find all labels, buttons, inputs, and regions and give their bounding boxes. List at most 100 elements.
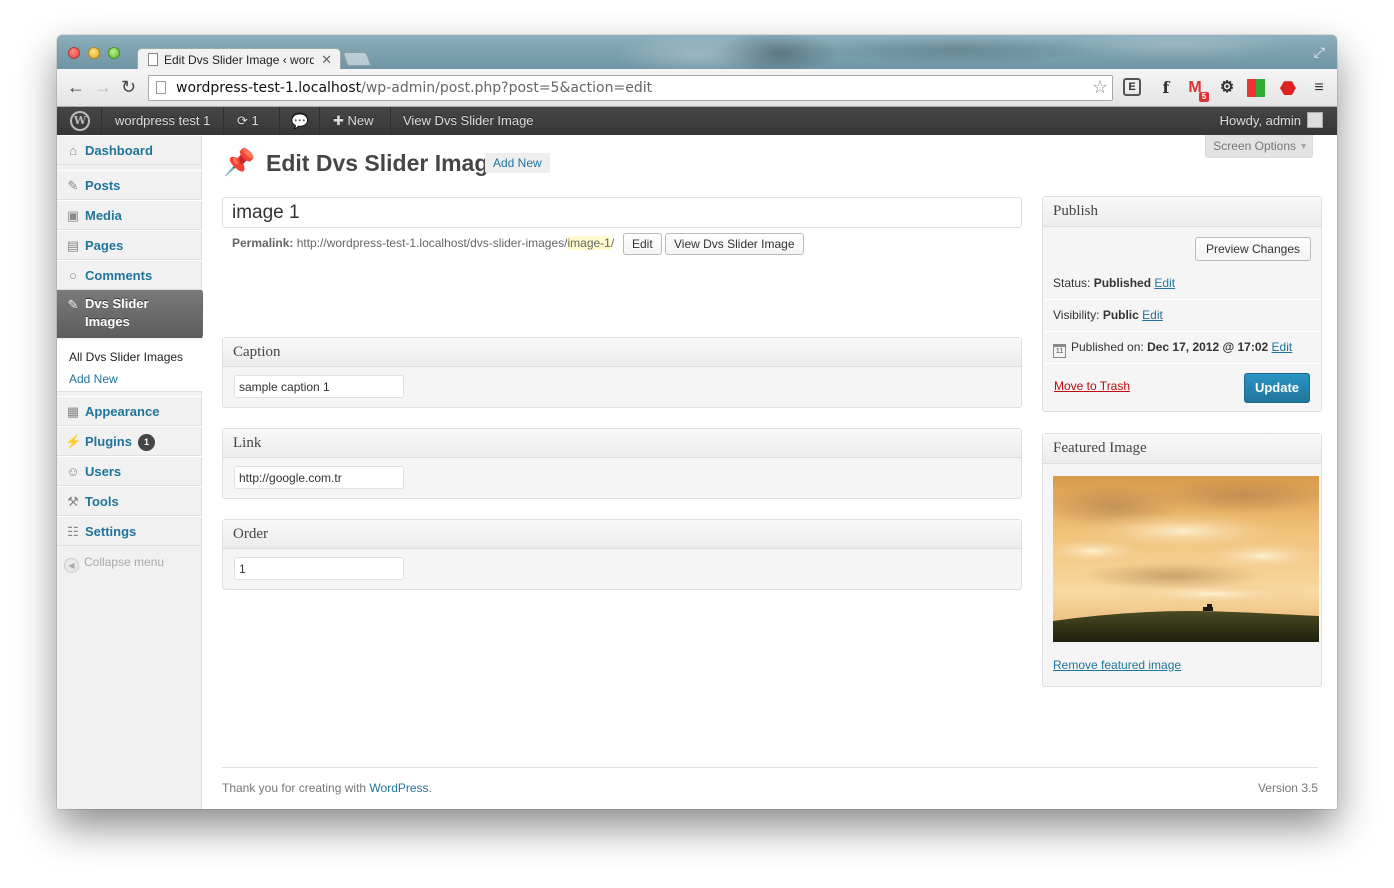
browser-toolbar: ← → ↻ wordpress-test-1.localhost/wp-admi…	[57, 69, 1337, 107]
sidebar-item-comments[interactable]: ○ Comments	[57, 260, 202, 290]
page-title: Edit Dvs Slider Image	[266, 150, 502, 176]
order-metabox-title[interactable]: Order	[223, 520, 1021, 549]
edit-status-link[interactable]: Edit	[1154, 276, 1175, 290]
sidebar-item-users[interactable]: ☺ Users	[57, 456, 202, 486]
sidebar-item-dvs-slider-images[interactable]: ✎ Dvs Slider Images	[57, 290, 211, 338]
permalink-end: /	[610, 236, 615, 250]
add-new-button[interactable]: Add New	[485, 153, 550, 173]
sidebar-item-label: Users	[85, 464, 122, 479]
permalink-base: http://wordpress-test-1.localhost/dvs-sl…	[296, 236, 568, 250]
sidebar-item-appearance[interactable]: ▦ Appearance	[57, 396, 202, 426]
publish-box-title[interactable]: Publish	[1043, 197, 1321, 227]
media-icon: ▣	[66, 208, 80, 223]
sidebar-item-tools[interactable]: ⚒ Tools	[57, 486, 202, 516]
evernote-icon[interactable]: E	[1123, 78, 1141, 96]
view-post-button[interactable]: View Dvs Slider Image	[665, 233, 804, 255]
plugins-icon: ⚡	[65, 434, 82, 449]
bookmark-star-icon[interactable]: ☆	[1092, 77, 1108, 98]
order-input[interactable]	[234, 557, 404, 580]
plugins-update-badge: 1	[137, 434, 155, 451]
sidebar-item-label: Comments	[85, 268, 153, 283]
minimize-window-button[interactable]	[88, 47, 100, 59]
submenu-add-new[interactable]: Add New	[69, 372, 118, 386]
gmail-icon[interactable]: M5	[1185, 78, 1209, 102]
divider	[1044, 299, 1320, 300]
submenu-all-items[interactable]: All Dvs Slider Images	[69, 350, 183, 364]
admin-bar-separator	[101, 107, 102, 135]
sidebar-item-label: Plugins 1	[85, 434, 155, 451]
link-input[interactable]	[234, 466, 404, 489]
view-post-link[interactable]: View Dvs Slider Image	[403, 107, 534, 135]
close-tab-icon[interactable]: ✕	[321, 52, 332, 68]
close-window-button[interactable]	[68, 47, 80, 59]
sidebar-item-label: Settings	[85, 524, 137, 539]
preview-changes-button[interactable]: Preview Changes	[1194, 237, 1311, 261]
permalink-slug[interactable]: image-1	[567, 236, 611, 250]
divider	[1044, 363, 1320, 364]
edit-date-link[interactable]: Edit	[1272, 340, 1293, 354]
browser-window: Edit Dvs Slider Image ‹ word ✕ ⤢ ← → ↻ w…	[57, 35, 1337, 809]
featured-image-thumbnail[interactable]	[1053, 476, 1319, 642]
browser-tab[interactable]: Edit Dvs Slider Image ‹ word ✕	[137, 48, 341, 70]
howdy-user-link[interactable]: Howdy, admin	[1220, 107, 1301, 135]
sidebar-item-label: Appearance	[85, 404, 160, 419]
update-button[interactable]: Update	[1244, 373, 1310, 403]
caption-input[interactable]	[234, 375, 404, 398]
zoom-window-button[interactable]	[108, 47, 120, 59]
pages-icon: ▤	[66, 238, 80, 253]
edit-permalink-button[interactable]: Edit	[623, 233, 662, 255]
post-title-input[interactable]	[222, 197, 1022, 228]
sidebar-item-pages[interactable]: ▤ Pages	[57, 230, 202, 260]
browser-titlebar: Edit Dvs Slider Image ‹ word ✕ ⤢	[57, 35, 1337, 70]
move-to-trash-link[interactable]: Move to Trash	[1054, 379, 1130, 393]
featured-image-title[interactable]: Featured Image	[1043, 434, 1321, 464]
address-bar[interactable]: wordpress-test-1.localhost/wp-admin/post…	[148, 75, 1113, 101]
remove-featured-image-link[interactable]: Remove featured image	[1053, 658, 1181, 672]
sidebar-item-posts[interactable]: ✎ Posts	[57, 170, 202, 200]
fullscreen-icon[interactable]: ⤢	[1314, 44, 1325, 61]
new-tab-button[interactable]	[342, 52, 372, 66]
avatar[interactable]	[1307, 112, 1323, 128]
sidebar-item-label: Dashboard	[85, 143, 153, 158]
new-content-link[interactable]: ✚ New	[333, 107, 374, 135]
comments-bubble-icon[interactable]: 💬	[291, 107, 308, 135]
permalink-row: Permalink: http://wordpress-test-1.local…	[232, 236, 614, 250]
reload-icon[interactable]: ↻	[121, 77, 136, 97]
back-icon[interactable]: ←	[67, 77, 85, 97]
collapse-menu-button[interactable]: ◀ Collapse menu	[64, 555, 164, 573]
calendar-icon: 11	[1053, 344, 1066, 358]
menu-icon[interactable]: ≡	[1309, 78, 1329, 98]
sidebar-submenu: All Dvs Slider Images Add New	[57, 340, 202, 392]
footer-thanks: Thank you for creating with WordPress.	[222, 781, 432, 795]
wordpress-logo-icon[interactable]: W	[70, 111, 90, 131]
dashboard-icon: ⌂	[69, 143, 77, 158]
plus-icon: ✚	[333, 113, 344, 128]
wordpress-link[interactable]: WordPress	[369, 781, 428, 795]
facebook-icon[interactable]: f	[1156, 78, 1176, 98]
sidebar-item-media[interactable]: ▣ Media	[57, 200, 202, 230]
tools-icon: ⚒	[67, 494, 79, 509]
pin-icon: ✎	[67, 297, 79, 312]
link-metabox-title[interactable]: Link	[223, 429, 1021, 458]
chevron-down-icon: ▼	[1299, 141, 1308, 151]
sidebar-item-settings[interactable]: ☷ Settings	[57, 516, 202, 546]
order-metabox: Order	[222, 519, 1022, 590]
sidebar-item-label: Pages	[85, 238, 124, 253]
updates-link[interactable]: ⟳ 1	[237, 107, 259, 135]
sidebar-item-plugins[interactable]: ⚡ Plugins 1	[57, 426, 202, 456]
sidebar-item-label: Media	[85, 208, 122, 223]
users-icon: ☺	[66, 464, 80, 479]
gear-icon[interactable]: ⚙	[1217, 78, 1237, 98]
forward-icon[interactable]: →	[94, 77, 112, 97]
site-name-link[interactable]: wordpress test 1	[115, 107, 210, 135]
adblock-icon[interactable]: ⬣	[1278, 78, 1298, 98]
sidebar-item-label: Dvs Slider Images	[85, 296, 149, 329]
admin-sidebar: ⌂ Dashboard ✎ Posts ▣ Media ▤ Pages ○ Co…	[57, 135, 211, 809]
edit-visibility-link[interactable]: Edit	[1142, 308, 1163, 322]
sidebar-item-dashboard[interactable]: ⌂ Dashboard	[57, 135, 202, 165]
color-picker-icon[interactable]	[1247, 79, 1265, 97]
caption-metabox-title[interactable]: Caption	[223, 338, 1021, 367]
caption-metabox: Caption	[222, 337, 1022, 408]
screen-options-button[interactable]: Screen Options ▼	[1205, 135, 1313, 158]
document-icon	[148, 53, 158, 66]
